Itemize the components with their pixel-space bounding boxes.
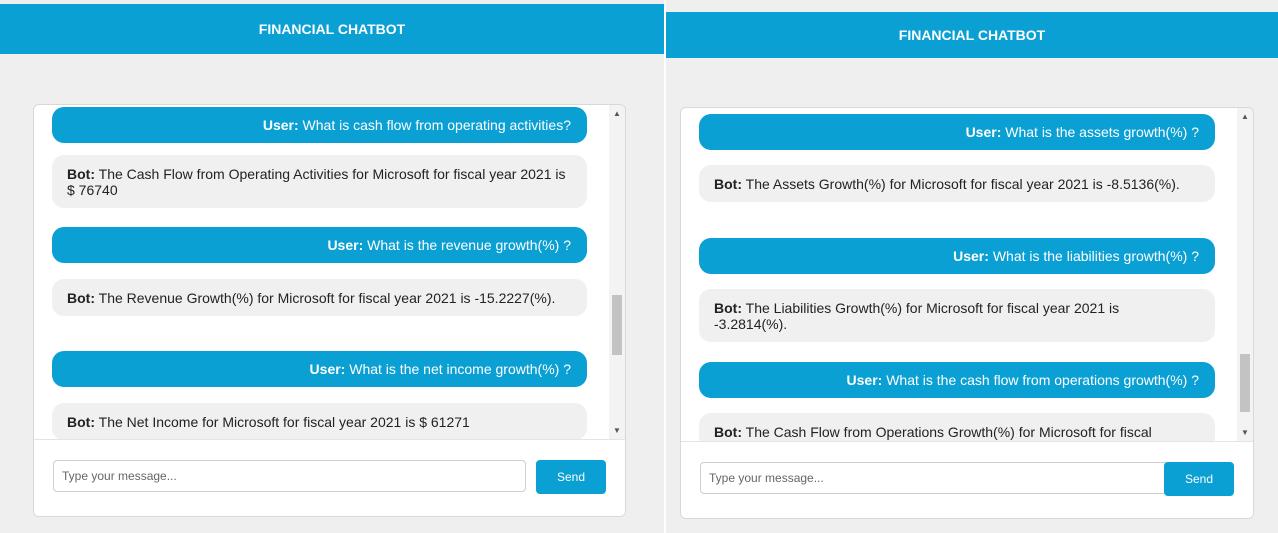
user-message: User: What is the revenue growth(%) ?	[52, 227, 587, 263]
bot-message: Bot: The Net Income for Microsoft for fi…	[52, 403, 587, 440]
send-button[interactable]: Send	[1164, 462, 1234, 496]
chat-window: User: What is cash flow from operating a…	[33, 104, 626, 517]
speaker-label: Bot:	[67, 166, 95, 182]
speaker-label: User:	[846, 372, 883, 388]
message-scrollbar[interactable]: ▲ ▼	[1237, 108, 1253, 442]
user-message: User: What is the assets growth(%) ?	[699, 114, 1215, 150]
message-scrollbar[interactable]: ▲ ▼	[609, 105, 625, 440]
composer: Send	[681, 441, 1253, 518]
chat-window: User: What is the assets growth(%) ? Bot…	[680, 107, 1254, 519]
page-title: FINANCIAL CHATBOT	[0, 4, 664, 54]
speaker-label: User:	[953, 248, 989, 264]
message-text: The Cash Flow from Operations Growth(%) …	[745, 424, 1152, 440]
message-text: What is the liabilities growth(%) ?	[992, 248, 1199, 264]
speaker-label: User:	[309, 361, 346, 377]
chatbot-panel-right: FINANCIAL CHATBOT User: What is the asse…	[666, 0, 1278, 533]
user-message: User: What is the net income growth(%) ?	[52, 351, 587, 387]
scroll-thumb[interactable]	[612, 295, 622, 355]
bot-message: Bot: The Cash Flow from Operations Growt…	[699, 413, 1215, 442]
send-button[interactable]: Send	[536, 460, 606, 494]
chatbot-panel-left: FINANCIAL CHATBOT User: What is cash flo…	[0, 0, 664, 533]
speaker-label: User:	[965, 124, 1002, 140]
scroll-down-icon[interactable]: ▼	[1237, 426, 1253, 440]
message-list: User: What is the assets growth(%) ? Bot…	[681, 108, 1237, 442]
user-message: User: What is cash flow from operating a…	[52, 107, 587, 143]
speaker-label: Bot:	[67, 290, 95, 306]
bot-message: Bot: The Assets Growth(%) for Microsoft …	[699, 165, 1215, 202]
bot-message: Bot: The Liabilities Growth(%) for Micro…	[699, 289, 1215, 342]
bot-message: Bot: The Revenue Growth(%) for Microsoft…	[52, 279, 587, 316]
bot-message: Bot: The Cash Flow from Operating Activi…	[52, 155, 587, 208]
composer: Send	[34, 439, 625, 516]
speaker-label: Bot:	[67, 414, 95, 430]
message-text: The Assets Growth(%) for Microsoft for f…	[745, 176, 1180, 192]
message-list: User: What is cash flow from operating a…	[34, 105, 609, 440]
scroll-down-icon[interactable]: ▼	[609, 424, 625, 438]
speaker-label: User:	[262, 117, 299, 133]
message-input[interactable]	[700, 462, 1169, 494]
speaker-label: User:	[327, 237, 364, 253]
message-text: What is the cash flow from operations gr…	[886, 372, 1199, 388]
user-message: User: What is the liabilities growth(%) …	[699, 238, 1215, 274]
scroll-up-icon[interactable]: ▲	[1237, 110, 1253, 124]
message-text: The Liabilities Growth(%) for Microsoft …	[714, 300, 1120, 332]
scroll-up-icon[interactable]: ▲	[609, 107, 625, 121]
message-input[interactable]	[53, 460, 526, 492]
user-message: User: What is the cash flow from operati…	[699, 362, 1215, 398]
speaker-label: Bot:	[714, 176, 742, 192]
speaker-label: Bot:	[714, 300, 742, 316]
page-title: FINANCIAL CHATBOT	[666, 12, 1278, 58]
speaker-label: Bot:	[714, 424, 742, 440]
message-text: What is the assets growth(%) ?	[1005, 124, 1199, 140]
message-text: What is cash flow from operating activit…	[302, 117, 571, 133]
message-text: The Net Income for Microsoft for fiscal …	[98, 414, 470, 430]
message-text: The Revenue Growth(%) for Microsoft for …	[98, 290, 556, 306]
message-text: The Cash Flow from Operating Activities …	[67, 166, 566, 198]
message-text: What is the revenue growth(%) ?	[367, 237, 571, 253]
scroll-thumb[interactable]	[1240, 354, 1250, 412]
message-text: What is the net income growth(%) ?	[349, 361, 571, 377]
